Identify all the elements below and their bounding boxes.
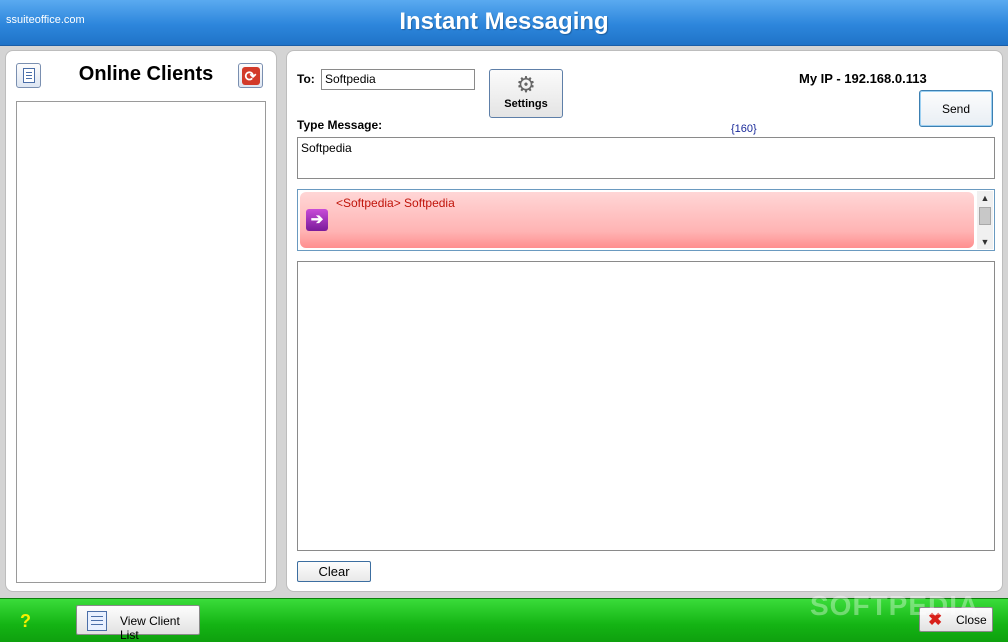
client-info-button[interactable]: [16, 63, 41, 88]
to-input[interactable]: Softpedia: [321, 69, 475, 90]
message-text: <Softpedia> Softpedia: [336, 196, 455, 210]
panel-heading: Online Clients: [78, 63, 214, 85]
type-message-label: Type Message:: [297, 118, 383, 132]
refresh-button[interactable]: ⟳: [238, 63, 263, 88]
online-clients-panel: Online Clients ⟳: [5, 50, 277, 592]
send-button[interactable]: Send: [919, 90, 993, 127]
help-icon[interactable]: ?: [20, 611, 31, 632]
client-list[interactable]: [16, 101, 266, 583]
my-ip-label: My IP - 192.168.0.113: [799, 71, 927, 86]
arrow-right-icon: ➔: [306, 209, 328, 231]
scroll-up-icon[interactable]: ▲: [977, 191, 993, 205]
view-client-list-button[interactable]: View Client List: [76, 605, 200, 642]
message-bubble: ➔ <Softpedia> Softpedia: [300, 192, 974, 248]
gear-icon: ⚙: [516, 72, 536, 97]
list-icon: [87, 611, 107, 631]
message-input[interactable]: Softpedia: [297, 137, 995, 179]
settings-button[interactable]: ⚙ Settings: [489, 69, 563, 118]
chat-display[interactable]: ➔ <Softpedia> Softpedia ▲ ▼: [297, 189, 995, 251]
clear-button[interactable]: Clear: [297, 561, 371, 582]
view-client-list-label: View Client List: [120, 614, 180, 642]
app-title: Instant Messaging: [399, 8, 609, 35]
title-bar: ssuiteoffice.com Instant Messaging: [0, 0, 1008, 46]
settings-label: Settings: [504, 98, 548, 110]
refresh-icon: ⟳: [241, 66, 260, 85]
document-icon: [22, 68, 35, 83]
chat-scrollbar[interactable]: ▲ ▼: [977, 191, 993, 249]
scroll-down-icon[interactable]: ▼: [977, 235, 993, 249]
message-history[interactable]: [297, 261, 995, 551]
char-counter: {160}: [731, 123, 757, 135]
message-panel: To: Softpedia ⚙ Settings My IP - 192.168…: [286, 50, 1003, 592]
to-label: To:: [297, 72, 315, 86]
watermark: SOFTPEDIA: [810, 590, 980, 621]
scroll-thumb[interactable]: [979, 207, 991, 225]
